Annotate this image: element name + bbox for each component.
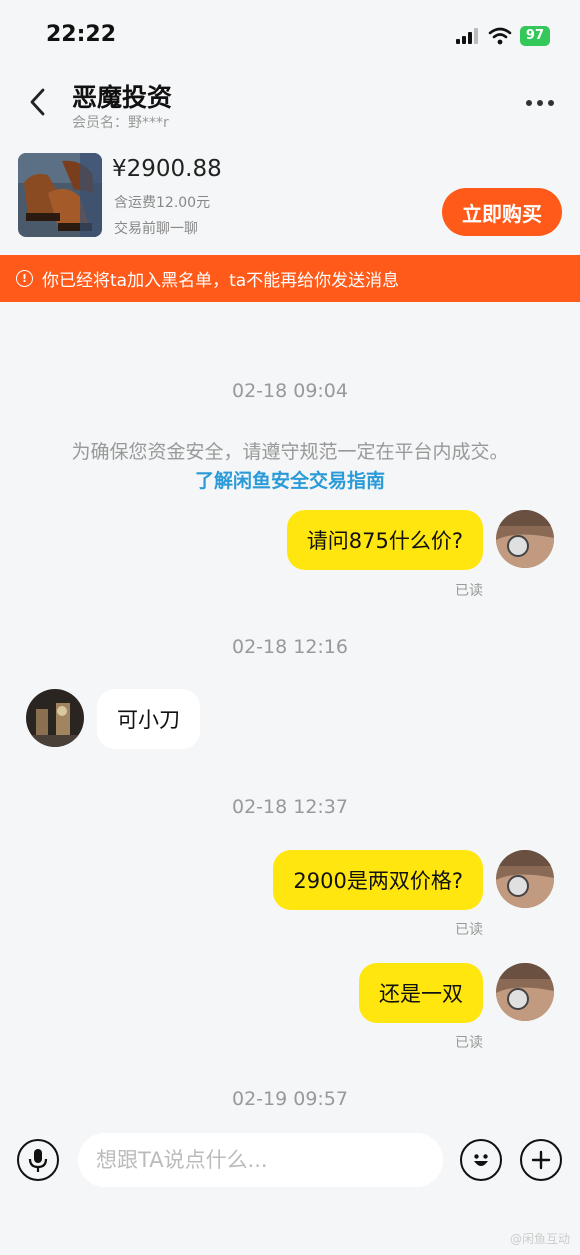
message-bubble-out[interactable]: 2900是两双价格? (273, 850, 483, 910)
message-bubble-out[interactable]: 请问875什么价? (286, 510, 483, 570)
message-bubble-out[interactable]: 还是一双 (359, 963, 483, 1023)
signal-icon (455, 28, 478, 44)
buy-now-button[interactable]: 立即购买 (442, 188, 562, 236)
message-bubble-in[interactable]: 可小刀 (97, 689, 200, 749)
microphone-icon (28, 1149, 48, 1172)
emoji-button[interactable] (460, 1139, 502, 1181)
read-status: 已读 (455, 1035, 483, 1051)
timestamp: 02-18 09:04 (231, 380, 348, 402)
safety-notice: 为确保您资金安全，请遵守规范一定在平台内成交。 (71, 441, 509, 463)
smiley-icon (474, 1154, 488, 1166)
avatar-other[interactable] (26, 689, 84, 747)
status-time: 22:22 (46, 22, 117, 47)
status-bar: 22:22 97 (0, 0, 580, 70)
battery-indicator: 97 (519, 26, 550, 46)
input-bar (0, 1125, 580, 1195)
plus-button[interactable] (520, 1139, 562, 1181)
timestamp: 02-18 12:37 (231, 796, 348, 818)
watermark: @闲鱼互动 (509, 1232, 570, 1246)
more-dots-icon[interactable] (522, 88, 558, 118)
chevron-left-icon (30, 88, 45, 116)
avatar-self[interactable] (496, 963, 554, 1021)
timestamp: 02-19 09:57 (231, 1088, 348, 1110)
page-title: 恶魔投资 (72, 83, 173, 112)
chat-header: 恶魔投资 会员名：野***r (0, 70, 580, 140)
product-card[interactable]: ¥2900.88 含运费12.00元 交易前聊一聊 立即购买 (0, 150, 580, 245)
message-input[interactable] (78, 1133, 443, 1187)
plus-icon (531, 1150, 551, 1170)
avatar-self[interactable] (496, 510, 554, 568)
chat-hint: 交易前聊一聊 (114, 221, 198, 237)
blacklist-banner: ! 你已经将ta加入黑名单，ta不能再给你发送消息 (0, 255, 580, 302)
avatar-self[interactable] (496, 850, 554, 908)
product-image[interactable] (18, 153, 102, 237)
safety-guide-link[interactable]: 了解闲鱼安全交易指南 (0, 466, 580, 493)
member-name: 会员名：野***r (72, 115, 169, 131)
shipping-fee: 含运费12.00元 (114, 195, 211, 211)
wifi-icon (488, 27, 512, 45)
back-button[interactable] (22, 82, 52, 122)
timestamp: 02-18 12:16 (231, 636, 348, 658)
read-status: 已读 (455, 583, 483, 599)
product-price: ¥2900.88 (112, 156, 222, 182)
banner-text: 你已经将ta加入黑名单，ta不能再给你发送消息 (42, 271, 400, 291)
status-icons: 97 (455, 26, 550, 46)
read-status: 已读 (455, 922, 483, 938)
warning-icon: ! (16, 270, 33, 287)
voice-button[interactable] (17, 1139, 59, 1181)
